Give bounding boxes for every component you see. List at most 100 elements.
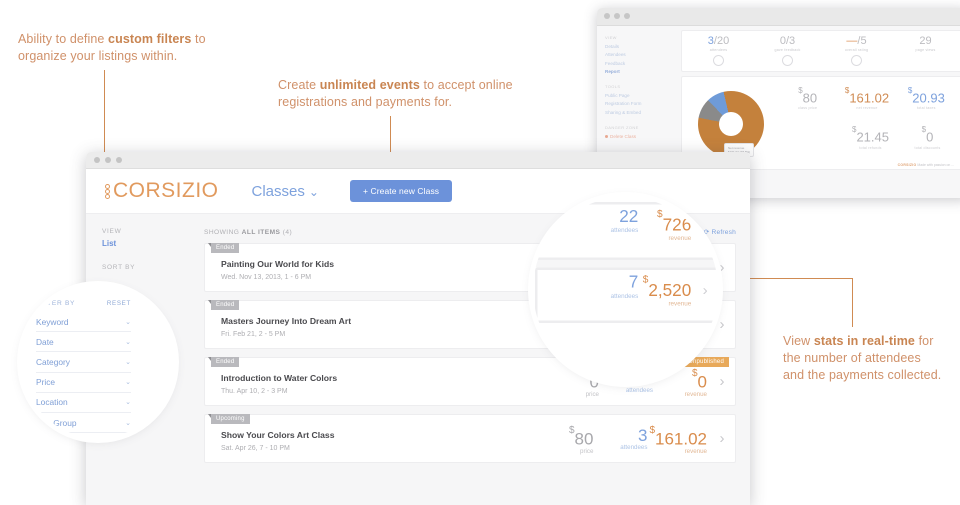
progress-ring-icon (713, 55, 724, 66)
filter-item-category[interactable]: Category ⌄ (36, 352, 131, 373)
annotation-text: to (191, 32, 206, 46)
row-info: Painting Our World for Kids Wed. Nov 13,… (221, 254, 547, 281)
financial-value: $20.93 (897, 86, 956, 105)
amount: 2,520 (648, 283, 692, 301)
filter-label: Keyword (36, 316, 69, 327)
annotation-leader-line (852, 279, 854, 327)
annotation-text: to accept online (419, 78, 513, 92)
stat-value-main: — (846, 35, 858, 47)
financial-value: $80 (778, 86, 837, 105)
row-info: Show Your Colors Art Class Sat. Apr 26, … (221, 425, 541, 452)
amount: 161.02 (655, 429, 707, 449)
create-new-class-button[interactable]: + Create new Class (349, 180, 453, 202)
chevron-right-icon[interactable]: › (694, 210, 717, 235)
filter-item-price[interactable]: Price ⌄ (36, 373, 131, 393)
stat-label: gave feedback (774, 48, 801, 52)
stat-label: attendees (610, 292, 639, 301)
class-date: Wed. Nov 13, 2013, 1 - 6 PM (221, 274, 312, 281)
amount: 21.45 (856, 129, 889, 145)
financial-label: total refunds (859, 145, 882, 150)
annotation-text: the number of attendees (783, 351, 921, 365)
stat-label: attendees (625, 387, 653, 395)
chevron-right-icon[interactable]: › (709, 373, 735, 390)
magnifier-filters: FILTER BY RESET Keyword ⌄ Date ⌄ Categor… (22, 286, 174, 438)
filter-item-location[interactable]: Location ⌄ (36, 393, 131, 413)
sidebar-item-list[interactable]: List (102, 239, 204, 248)
sidebar-item-attendees[interactable]: Attendees (605, 51, 673, 59)
corsizio-logo[interactable]: CORSIZIO (100, 179, 219, 203)
chevron-down-icon: ⌄ (125, 318, 131, 326)
status-badge: Ended (207, 243, 240, 253)
nav-label: Classes (251, 182, 305, 200)
class-title: Introduction to Water Colors (221, 373, 338, 383)
annotation-bold: unlimited events (319, 78, 420, 92)
dashboard-titlebar (597, 8, 960, 26)
footer-brand: CORSIZIO (897, 163, 917, 167)
table-row[interactable]: Upcoming Show Your Colors Art Class Sat.… (204, 414, 736, 463)
currency-symbol: $ (921, 125, 927, 135)
financial-label: total discounts (914, 145, 941, 150)
showing-bold: ALL ITEMS (241, 228, 281, 236)
sidebar-item-feedback[interactable]: Feedback (605, 60, 673, 68)
magnifier-stats: 22 attendees $726 revenue › 7 attendees (533, 197, 718, 382)
financial-total-taxes: $20.93 total taxes (897, 86, 956, 110)
filter-item-age-group[interactable]: Age Group ⌄ (36, 413, 131, 434)
sidebar-item-report[interactable]: Report (605, 68, 673, 76)
filter-reset-button[interactable]: RESET (107, 300, 131, 307)
sidebar-heading-view: VIEW (102, 228, 122, 235)
annotation-text: for (915, 334, 934, 348)
filter-item-keyword[interactable]: Keyword ⌄ (36, 312, 131, 333)
filter-panel-header: FILTER BY RESET (36, 300, 131, 307)
stat-value: $161.02 (649, 425, 707, 449)
sidebar-item-details[interactable]: Details (605, 43, 673, 51)
class-title: Painting Our World for Kids (221, 259, 334, 269)
class-title: Masters Journey Into Dream Art (221, 316, 352, 326)
dashboard-footer: CORSIZIO Made with passion on ... (898, 163, 954, 167)
stat-label: revenue (684, 390, 707, 398)
close-button-dot[interactable] (94, 157, 100, 163)
progress-ring-icon (851, 55, 862, 66)
maximize-button-dot[interactable] (624, 13, 630, 19)
stat-attendees: 7 attendees (588, 275, 641, 300)
chevron-right-icon[interactable]: › (694, 275, 717, 300)
currency-symbol: $ (649, 425, 655, 437)
magnified-row: 7 attendees $2,520 revenue › (535, 267, 718, 325)
class-title: Show Your Colors Art Class (221, 430, 335, 440)
annotation-bold: custom filters (108, 32, 192, 46)
status-badge: Ended (207, 357, 240, 367)
sidebar-item-delete-class[interactable]: Delete Class (605, 133, 673, 141)
stat-value-main: 29 (919, 35, 932, 47)
stat-value: $726 (641, 207, 691, 237)
stat-rating: —/5 overall rating (822, 35, 891, 66)
sidebar-item-registration-form[interactable]: Registration Form (605, 100, 673, 108)
screenshot-stage: Ability to define custom filters to orga… (0, 0, 960, 505)
class-date: Sat. Apr 26, 7 - 10 PM (221, 445, 290, 452)
filter-item-date[interactable]: Date ⌄ (36, 332, 131, 353)
financial-class-price: $80 class price (778, 86, 837, 110)
stat-label: attendees (610, 227, 639, 236)
stat-attendees: 3/20 attendees (684, 35, 753, 66)
financial-total-discounts: $0 total discounts (899, 125, 956, 150)
stat-value: $2,520 (641, 272, 692, 302)
sidebar-heading-danger: DANGER ZONE (605, 124, 639, 130)
unpublished-badge: Unpublished (680, 357, 729, 367)
sidebar-item-public-page[interactable]: Public Page (605, 92, 673, 100)
chevron-right-icon[interactable]: › (709, 430, 735, 447)
stat-page-views: 29 page views (891, 35, 960, 66)
filter-label: Date (36, 336, 54, 347)
currency-symbol: $ (642, 272, 649, 285)
nav-classes-dropdown[interactable]: Classes ⌄ (252, 183, 319, 200)
window-controls[interactable] (94, 157, 122, 163)
row-body: Show Your Colors Art Class Sat. Apr 26, … (205, 415, 735, 462)
maximize-button-dot[interactable] (116, 157, 122, 163)
annotation-text: organize your listings within. (18, 49, 178, 63)
minimize-button-dot[interactable] (614, 13, 620, 19)
sidebar-item-sharing-embed[interactable]: Sharing & Embed (605, 109, 673, 117)
stat-label: price (585, 390, 599, 398)
minimize-button-dot[interactable] (105, 157, 111, 163)
sidebar-heading-sort-by: SORT BY (102, 264, 136, 271)
filter-label: Location (36, 397, 68, 408)
close-button-dot[interactable] (604, 13, 610, 19)
window-controls[interactable] (604, 13, 630, 19)
showing-prefix: SHOWING (204, 228, 242, 236)
